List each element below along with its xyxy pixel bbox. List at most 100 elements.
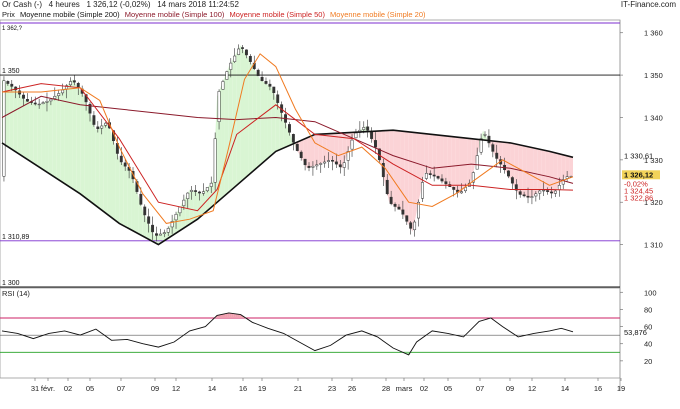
candle-body (460, 191, 463, 194)
candle-body (366, 126, 370, 131)
candle-body (209, 182, 213, 187)
shade-above-sma200 (240, 45, 245, 182)
shade-below-sma200 (545, 150, 550, 193)
shade-above-sma200 (123, 164, 128, 228)
xtick-label: févr. (41, 384, 55, 393)
candle-body (323, 161, 327, 164)
candle (436, 175, 440, 180)
candle-body (205, 187, 209, 192)
candle (319, 162, 323, 173)
candle-body (550, 191, 553, 194)
candle-body (2, 80, 6, 177)
shade-above-sma200 (52, 94, 57, 179)
candle (553, 189, 557, 197)
candle-body (229, 62, 233, 70)
candle-body (139, 193, 143, 205)
shade-above-sma200 (45, 100, 49, 174)
shade-above-sma200 (60, 87, 65, 184)
candle-body (100, 125, 104, 129)
candle-body (272, 86, 276, 94)
shade-above-sma200 (80, 90, 85, 197)
candle-body (413, 221, 417, 231)
xtick-label: 02 (420, 384, 428, 393)
candle-body (491, 144, 495, 152)
candle-body (213, 138, 217, 183)
candle-body (198, 191, 201, 194)
candle-body (217, 91, 221, 122)
xtick-label: 09 (151, 384, 159, 393)
xtick-label: 16 (594, 384, 602, 393)
candle (303, 158, 307, 171)
candle-body (319, 163, 323, 165)
candle (358, 121, 362, 138)
candle-body (405, 215, 409, 222)
candle-body (45, 100, 49, 103)
hline-label-2: 1 300 (2, 280, 20, 287)
shade-above-sma200 (48, 97, 53, 176)
candle-body (311, 165, 315, 168)
rsi-last-value: 53,876 (624, 328, 647, 337)
chart-canvas: 1 3501 310,891 3001 362,?1 3101 3201 330… (0, 19, 663, 393)
candle-body (374, 140, 377, 148)
candle-body (288, 124, 291, 133)
shade-below-sma200 (463, 137, 468, 190)
candle (92, 111, 96, 127)
xtick-label: 14 (208, 384, 216, 393)
shade-above-sma200 (236, 45, 241, 186)
xtick-label: 07 (117, 384, 125, 393)
candle-body (248, 55, 252, 62)
candle-body (241, 47, 244, 49)
candle (487, 129, 491, 148)
candle (221, 79, 225, 90)
shade-below-sma200 (397, 130, 401, 211)
rsi-ytick-label: 100 (644, 288, 657, 297)
xtick-label: 31 (31, 384, 39, 393)
candle-body (201, 191, 205, 194)
rsi-title: RSI (14) (2, 289, 30, 298)
candle-body (557, 185, 561, 191)
candle-body (25, 99, 29, 102)
candle-body (178, 206, 182, 214)
xtick-label: 21 (294, 384, 302, 393)
shade-below-sma200 (537, 148, 542, 193)
candle-body (256, 69, 260, 77)
candle-body (553, 190, 557, 194)
candle-body (385, 179, 389, 195)
xtick-label: 28 (382, 384, 390, 393)
shade-below-sma200 (467, 138, 472, 186)
candle-body (428, 173, 432, 175)
candle-body (444, 181, 448, 185)
shade-above-sma200 (25, 100, 30, 161)
candle-body (409, 222, 413, 229)
candle-body (96, 126, 100, 130)
candle (295, 143, 299, 152)
shade-above-sma200 (107, 121, 112, 218)
shade-above-sma200 (248, 58, 253, 176)
candle-body (389, 196, 393, 204)
xtick-label: 07 (476, 384, 484, 393)
candle (213, 132, 217, 191)
candle (491, 142, 495, 158)
candle-body (331, 160, 334, 162)
shade-below-sma200 (553, 152, 558, 194)
candle-body (534, 193, 538, 197)
candle (237, 44, 241, 56)
candle-body (68, 81, 72, 86)
candle-body (303, 158, 307, 166)
candle-body (420, 182, 424, 199)
candle (405, 215, 409, 225)
xtick-label: 26 (348, 384, 356, 393)
shade-above-sma200 (56, 92, 61, 182)
candle (510, 176, 514, 190)
rsi-panel-frame (0, 287, 621, 379)
rsi-ytick-label: 20 (644, 357, 652, 366)
candle-body (334, 161, 338, 165)
candle-body (37, 103, 41, 106)
candle-body (190, 189, 194, 192)
candle-body (166, 228, 170, 233)
candle-body (354, 132, 358, 139)
shade-above-sma200 (264, 82, 268, 162)
candle-body (401, 209, 405, 215)
xtick-label: 19 (617, 384, 625, 393)
xtick-label: 16 (239, 384, 247, 393)
